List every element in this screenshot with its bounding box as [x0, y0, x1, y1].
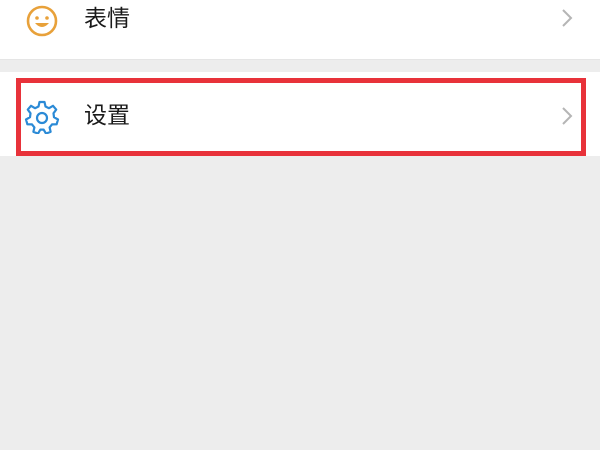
section-gap — [0, 60, 600, 72]
menu-item-emoji[interactable]: 表情 — [0, 0, 600, 60]
gear-icon — [24, 100, 60, 134]
chevron-right-icon — [562, 9, 573, 27]
chevron-right-icon — [562, 107, 573, 125]
menu-item-settings[interactable]: 设置 — [0, 72, 600, 156]
menu-item-label: 设置 — [84, 103, 130, 129]
smile-icon — [26, 5, 58, 37]
menu-item-label: 表情 — [84, 6, 130, 32]
